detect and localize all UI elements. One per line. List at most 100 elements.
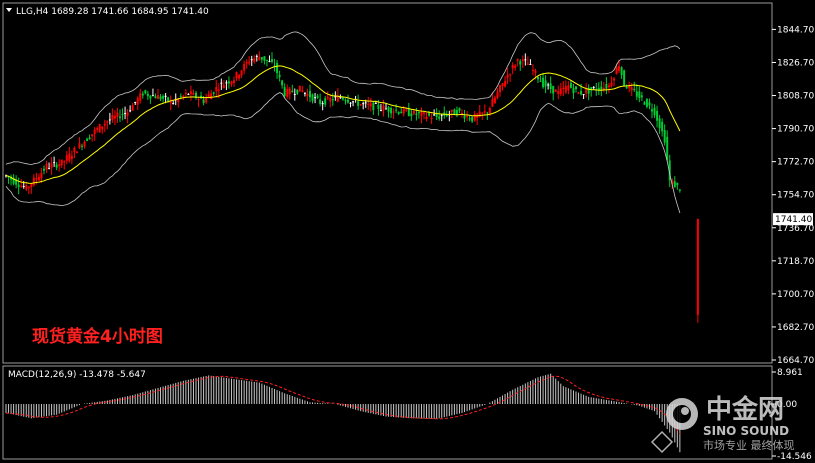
price-tick-label: 1718.70 xyxy=(777,257,814,267)
candle-body xyxy=(618,66,621,71)
candle-body xyxy=(189,91,192,95)
candle-body xyxy=(22,186,25,188)
candle-body xyxy=(35,178,38,180)
macd-tick-label: -14.546 xyxy=(777,452,812,462)
candle-body xyxy=(296,89,299,94)
candle-body xyxy=(651,109,653,112)
candle-body xyxy=(227,81,230,84)
candle-body xyxy=(98,124,101,133)
price-tick-label: 1808.70 xyxy=(777,92,814,102)
candle-body xyxy=(347,99,349,103)
candle-body xyxy=(230,81,233,85)
candle-body xyxy=(149,95,152,99)
candle-body xyxy=(585,89,588,94)
candle-body xyxy=(357,101,360,106)
candle-body xyxy=(136,98,139,105)
candle-body xyxy=(250,59,253,61)
candle-body xyxy=(374,102,377,104)
candle-body xyxy=(620,67,623,76)
candle-body xyxy=(172,103,175,105)
candle-body xyxy=(182,95,185,98)
candle-body xyxy=(179,95,182,97)
candle-body xyxy=(392,111,395,113)
candle-body xyxy=(17,184,20,188)
candle-body xyxy=(111,114,114,120)
price-tick-label: 1826.70 xyxy=(777,58,814,68)
candle-body xyxy=(124,113,127,115)
current-price-tag: 1741.40 xyxy=(773,213,813,226)
candle-body xyxy=(326,96,329,99)
candle-body xyxy=(334,96,337,98)
candle-body xyxy=(243,63,246,71)
candle-body xyxy=(580,90,583,95)
candle-body xyxy=(78,143,81,148)
candle-body xyxy=(96,128,99,130)
candle-body xyxy=(405,109,408,111)
candle-body xyxy=(113,115,116,119)
candle-body xyxy=(473,114,476,121)
price-tick-label: 1790.70 xyxy=(777,125,814,135)
candle-body xyxy=(116,112,119,117)
candle-body xyxy=(362,103,365,105)
candle-body xyxy=(387,107,390,112)
candle-body xyxy=(75,151,78,154)
candle-body xyxy=(552,85,555,94)
candle-body xyxy=(268,61,271,63)
candle-body xyxy=(316,95,319,98)
candle-body xyxy=(217,89,220,91)
candle-body xyxy=(458,108,461,111)
candle-body xyxy=(60,159,63,166)
candle-body xyxy=(428,113,431,116)
candle-body xyxy=(676,182,679,186)
candle-body xyxy=(504,81,507,87)
candle-body xyxy=(567,85,570,91)
price-tick-label: 1664.70 xyxy=(777,356,814,366)
candle-body xyxy=(319,99,322,104)
price-axis: 1844.70 1826.70 1808.70 1790.70 1772.70 1754.… xyxy=(772,25,814,366)
candle-body xyxy=(65,155,68,161)
candle-body xyxy=(491,99,494,107)
candle-body xyxy=(207,94,210,98)
candle-body xyxy=(45,164,48,170)
candle-body xyxy=(106,121,109,123)
candle-body xyxy=(658,118,661,129)
candle-body xyxy=(286,89,289,97)
candle-body xyxy=(235,72,238,79)
candle-body xyxy=(661,121,664,132)
candle-body xyxy=(20,185,23,187)
candle-body xyxy=(400,111,403,114)
candle-body xyxy=(306,93,309,97)
candle-body xyxy=(73,147,76,152)
candle-body xyxy=(129,110,132,112)
candle-body xyxy=(364,102,367,104)
candle-body xyxy=(43,168,45,171)
candle-body xyxy=(521,59,524,62)
candle-body xyxy=(483,111,486,113)
candle-body xyxy=(202,99,205,104)
candle-body xyxy=(390,107,393,114)
candle-body xyxy=(233,80,235,83)
candle-body xyxy=(506,74,509,78)
candle-body xyxy=(40,172,43,179)
candle-body xyxy=(25,185,28,190)
candle-body xyxy=(53,162,56,164)
price-tick-label: 1736.70 xyxy=(777,224,814,234)
candle-body xyxy=(501,83,504,87)
dropdown-arrow-icon[interactable] xyxy=(6,8,12,12)
candle-body xyxy=(276,62,279,74)
price-tick-label: 1682.70 xyxy=(777,323,814,333)
candle-body xyxy=(258,56,261,61)
candle-body xyxy=(119,116,121,119)
candle-body xyxy=(425,116,428,119)
candle-body xyxy=(91,134,94,137)
candle-body xyxy=(32,177,35,186)
candle-body xyxy=(379,109,382,111)
price-tick-label: 1700.70 xyxy=(777,290,814,300)
candle-body xyxy=(529,63,532,65)
price-chart: LLG,H4 1689.28 1741.66 1684.95 1741.40 1… xyxy=(2,2,814,462)
bollinger-lower xyxy=(5,92,681,214)
candle-body xyxy=(412,110,415,114)
candle-body xyxy=(514,65,517,68)
candle-body xyxy=(293,93,296,95)
candle-body xyxy=(131,105,134,111)
